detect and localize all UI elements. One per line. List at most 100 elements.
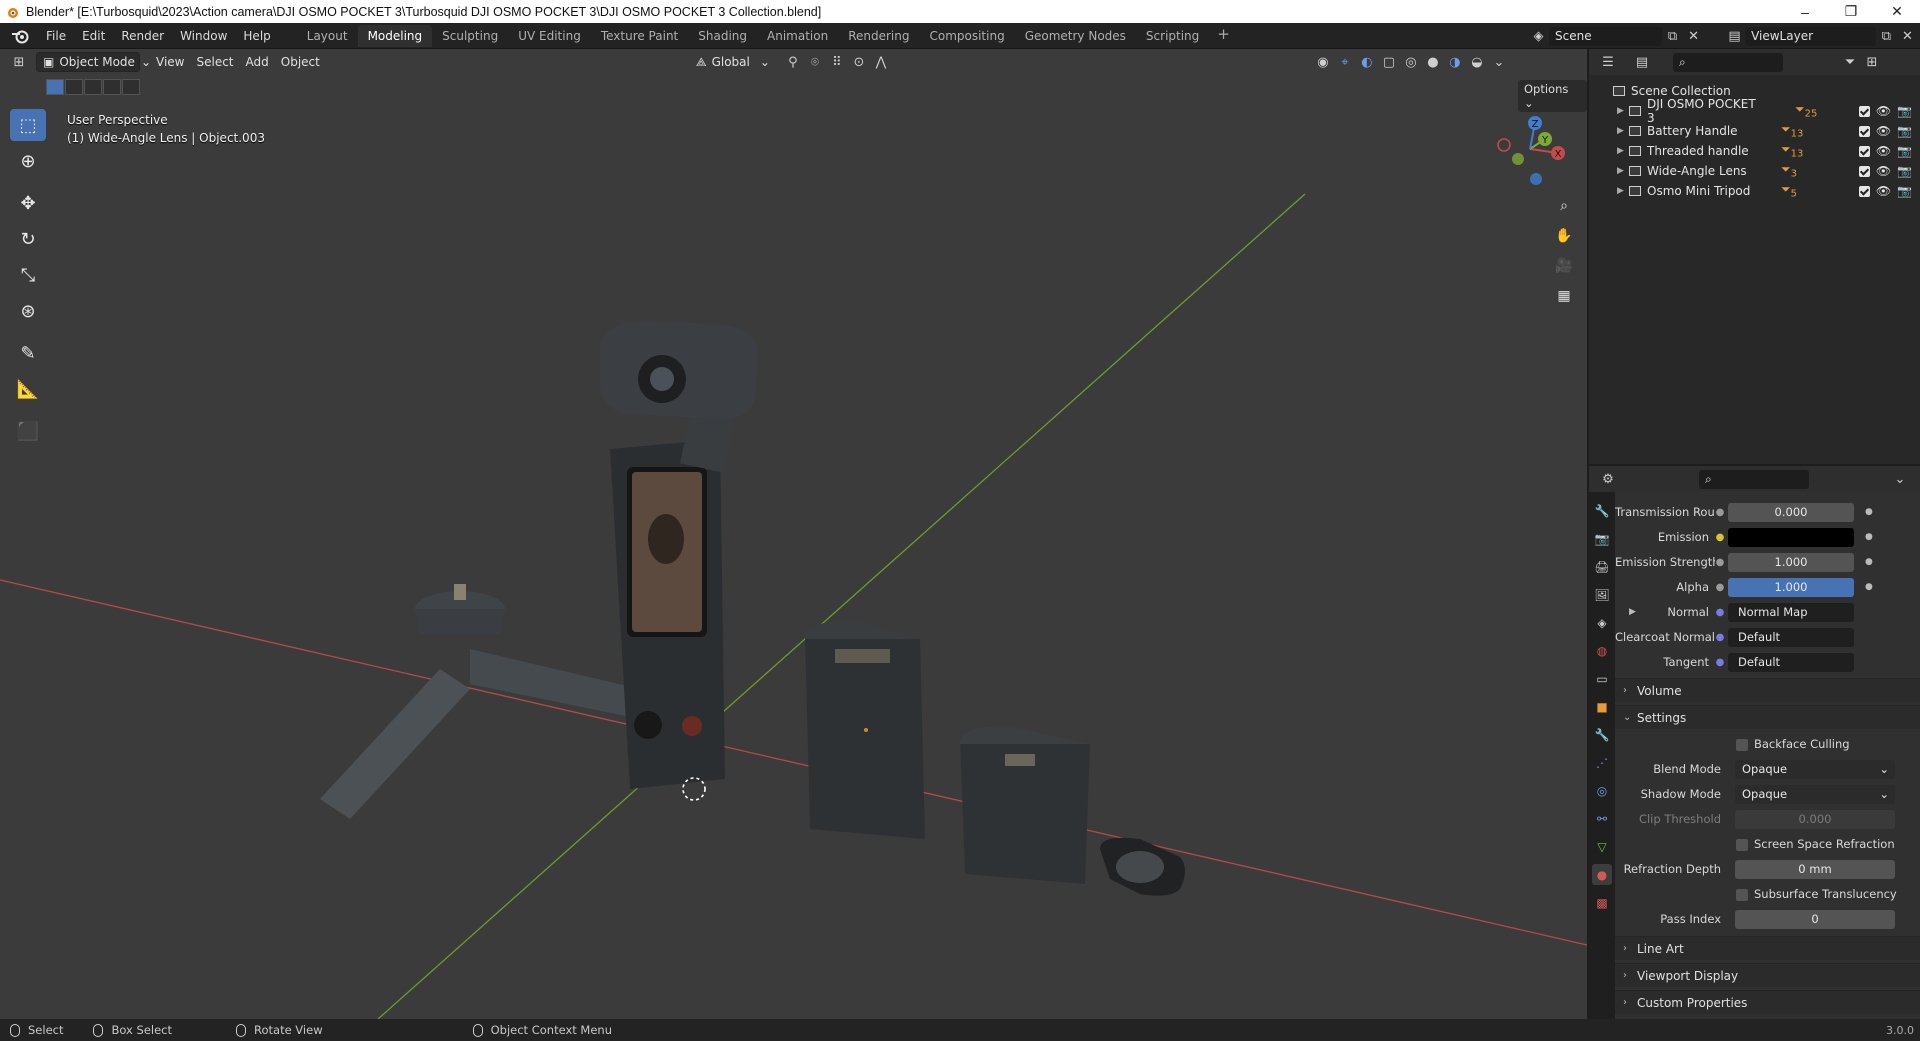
move-tool-icon[interactable]: ✥	[10, 187, 46, 219]
editor-type-icon[interactable]: ⊞	[8, 52, 30, 72]
custom-properties-panel-header[interactable]: › Custom Properties	[1615, 990, 1920, 1014]
clearcoat-normal-field[interactable]: Default	[1728, 627, 1854, 647]
menu-file[interactable]: File	[38, 23, 74, 49]
collection-tab-icon[interactable]: ▭	[1592, 668, 1612, 689]
tab-texture-paint[interactable]: Texture Paint	[591, 25, 688, 47]
normal-link-field[interactable]: Normal Map	[1728, 602, 1854, 622]
viewlayer-icon[interactable]: ▤	[1724, 26, 1745, 46]
eye-icon[interactable]: 👁	[1876, 184, 1891, 198]
texture-tab-icon[interactable]: ▩	[1592, 892, 1612, 913]
visibility-icon[interactable]: ◉	[1312, 52, 1334, 72]
select-subtract-icon[interactable]	[84, 79, 102, 95]
world-tab-icon[interactable]: ◍	[1592, 640, 1612, 661]
expand-arrow-icon[interactable]: ▶	[1617, 166, 1629, 176]
menu-select[interactable]: Select	[190, 52, 239, 72]
emission-color-field[interactable]	[1728, 527, 1854, 547]
scale-tool-icon[interactable]: ⤡	[10, 259, 46, 291]
tab-geometry-nodes[interactable]: Geometry Nodes	[1015, 25, 1136, 47]
select-box-tool-icon[interactable]: ⬚	[10, 109, 46, 141]
tangent-field[interactable]: Default	[1728, 652, 1854, 672]
tab-rendering[interactable]: Rendering	[838, 25, 919, 47]
object-mode-dropdown[interactable]: ▣ Object Mode ⌄	[36, 52, 151, 72]
zoom-icon[interactable]: ⌕	[1552, 194, 1576, 218]
eye-icon[interactable]: 👁	[1876, 164, 1891, 178]
remove-scene-icon[interactable]: ✕	[1683, 26, 1704, 46]
outliner-search-input[interactable]: ⌕	[1673, 52, 1783, 72]
physics-tab-icon[interactable]: ◎	[1592, 780, 1612, 801]
expand-arrow-icon[interactable]: ▶	[1617, 106, 1629, 116]
exclude-checkbox[interactable]	[1858, 105, 1870, 117]
new-viewlayer-icon[interactable]: ⧉	[1876, 26, 1897, 46]
minimize-button[interactable]: –	[1782, 0, 1828, 23]
tab-scripting[interactable]: Scripting	[1136, 25, 1209, 47]
expand-arrow-icon[interactable]: ▶	[1617, 186, 1629, 196]
viewlayer-name-field[interactable]: ViewLayer	[1745, 26, 1876, 46]
display-mode-icon[interactable]: ▤	[1631, 52, 1653, 72]
keyframe-dot-icon[interactable]: ●	[1865, 507, 1873, 517]
screen-space-refraction-checkbox[interactable]: Screen Space Refraction	[1736, 837, 1895, 851]
add-cube-tool-icon[interactable]: ⬛	[10, 415, 46, 447]
exclude-checkbox[interactable]	[1858, 145, 1870, 157]
eye-icon[interactable]: 👁	[1876, 124, 1891, 138]
new-collection-icon[interactable]: ⊞	[1861, 52, 1883, 72]
rotate-tool-icon[interactable]: ↻	[10, 223, 46, 255]
socket-dot-icon[interactable]: ●	[1715, 532, 1725, 543]
blender-logo-icon[interactable]	[10, 28, 32, 44]
transmission-roughness-field[interactable]: 0.000	[1728, 502, 1854, 522]
shading-wireframe-icon[interactable]: ◎	[1400, 52, 1422, 72]
outliner-item[interactable]: ▶ Osmo Mini Tripod ⏷5 👁 📷	[1589, 181, 1920, 201]
outliner-item[interactable]: ▶ DJI OSMO POCKET 3 ⏷25 👁 📷	[1589, 97, 1920, 125]
remove-viewlayer-icon[interactable]: ✕	[1897, 26, 1918, 46]
blend-mode-dropdown[interactable]: Opaque ⌄	[1735, 759, 1895, 779]
tab-uv-editing[interactable]: UV Editing	[508, 25, 591, 47]
viewport-scene[interactable]	[0, 49, 1587, 1019]
menu-object[interactable]: Object	[275, 52, 326, 72]
camera-icon[interactable]: 📷	[1897, 144, 1912, 158]
outliner-item[interactable]: ▶ Threaded handle ⏷13 👁 📷	[1589, 141, 1920, 161]
select-extend-icon[interactable]	[65, 79, 83, 95]
pass-index-field[interactable]: 0	[1735, 909, 1895, 929]
camera-icon[interactable]: 📷	[1897, 184, 1912, 198]
socket-dot-icon[interactable]: ●	[1715, 607, 1725, 618]
data-tab-icon[interactable]: ▽	[1592, 836, 1612, 857]
socket-dot-icon[interactable]: ●	[1715, 507, 1725, 518]
maximize-button[interactable]: ❐	[1828, 0, 1874, 23]
outliner-editor-type-icon[interactable]: ☰	[1597, 52, 1619, 72]
menu-help[interactable]: Help	[235, 23, 278, 49]
socket-dot-icon[interactable]: ●	[1715, 632, 1725, 643]
view-layer-tab-icon[interactable]: 🖼	[1592, 584, 1612, 605]
tool-tab-icon[interactable]: 🔧	[1592, 500, 1612, 521]
shading-rendered-icon[interactable]: ◒	[1466, 52, 1488, 72]
line-art-panel-header[interactable]: › Line Art	[1615, 936, 1920, 960]
exclude-checkbox[interactable]	[1858, 185, 1870, 197]
camera-icon[interactable]: 📷	[1897, 164, 1912, 178]
expand-arrow-icon[interactable]: ▶	[1617, 146, 1629, 156]
tab-layout[interactable]: Layout	[297, 25, 358, 47]
exclude-checkbox[interactable]	[1858, 165, 1870, 177]
material-tab-icon[interactable]: ●	[1592, 864, 1612, 885]
eye-icon[interactable]: 👁	[1876, 144, 1891, 158]
tab-sculpting[interactable]: Sculpting	[432, 25, 508, 47]
socket-dot-icon[interactable]: ●	[1715, 582, 1725, 593]
gizmo-toggle-icon[interactable]: ⌖	[1334, 52, 1356, 72]
camera-view-icon[interactable]: 🎥	[1552, 254, 1576, 278]
constraints-tab-icon[interactable]: ⚯	[1592, 808, 1612, 829]
select-new-icon[interactable]	[46, 79, 64, 95]
viewport-display-panel-header[interactable]: › Viewport Display	[1615, 963, 1920, 987]
close-button[interactable]: ✕	[1874, 0, 1920, 23]
socket-dot-icon[interactable]: ●	[1715, 657, 1725, 668]
particles-tab-icon[interactable]: ⋰	[1592, 752, 1612, 773]
transform-tool-icon[interactable]: ⊛	[10, 295, 46, 327]
menu-add[interactable]: Add	[240, 52, 275, 72]
xray-icon[interactable]: ▢	[1378, 52, 1400, 72]
scene-tab-icon[interactable]: ◈	[1592, 612, 1612, 633]
outliner-item[interactable]: ▶ Battery Handle ⏷13 👁 📷	[1589, 121, 1920, 141]
subsurface-translucency-checkbox[interactable]: Subsurface Translucency	[1736, 887, 1897, 901]
shading-solid-icon[interactable]: ●	[1422, 52, 1444, 72]
cursor-tool-icon[interactable]: ⊕	[10, 145, 46, 177]
output-tab-icon[interactable]: 🖨	[1592, 556, 1612, 577]
outliner-item[interactable]: ▶ Wide-Angle Lens ⏷3 👁 📷	[1589, 161, 1920, 181]
proportional-edit-icon[interactable]: ⊙	[848, 52, 870, 72]
tab-compositing[interactable]: Compositing	[919, 25, 1014, 47]
refraction-depth-field[interactable]: 0 mm	[1735, 859, 1895, 879]
